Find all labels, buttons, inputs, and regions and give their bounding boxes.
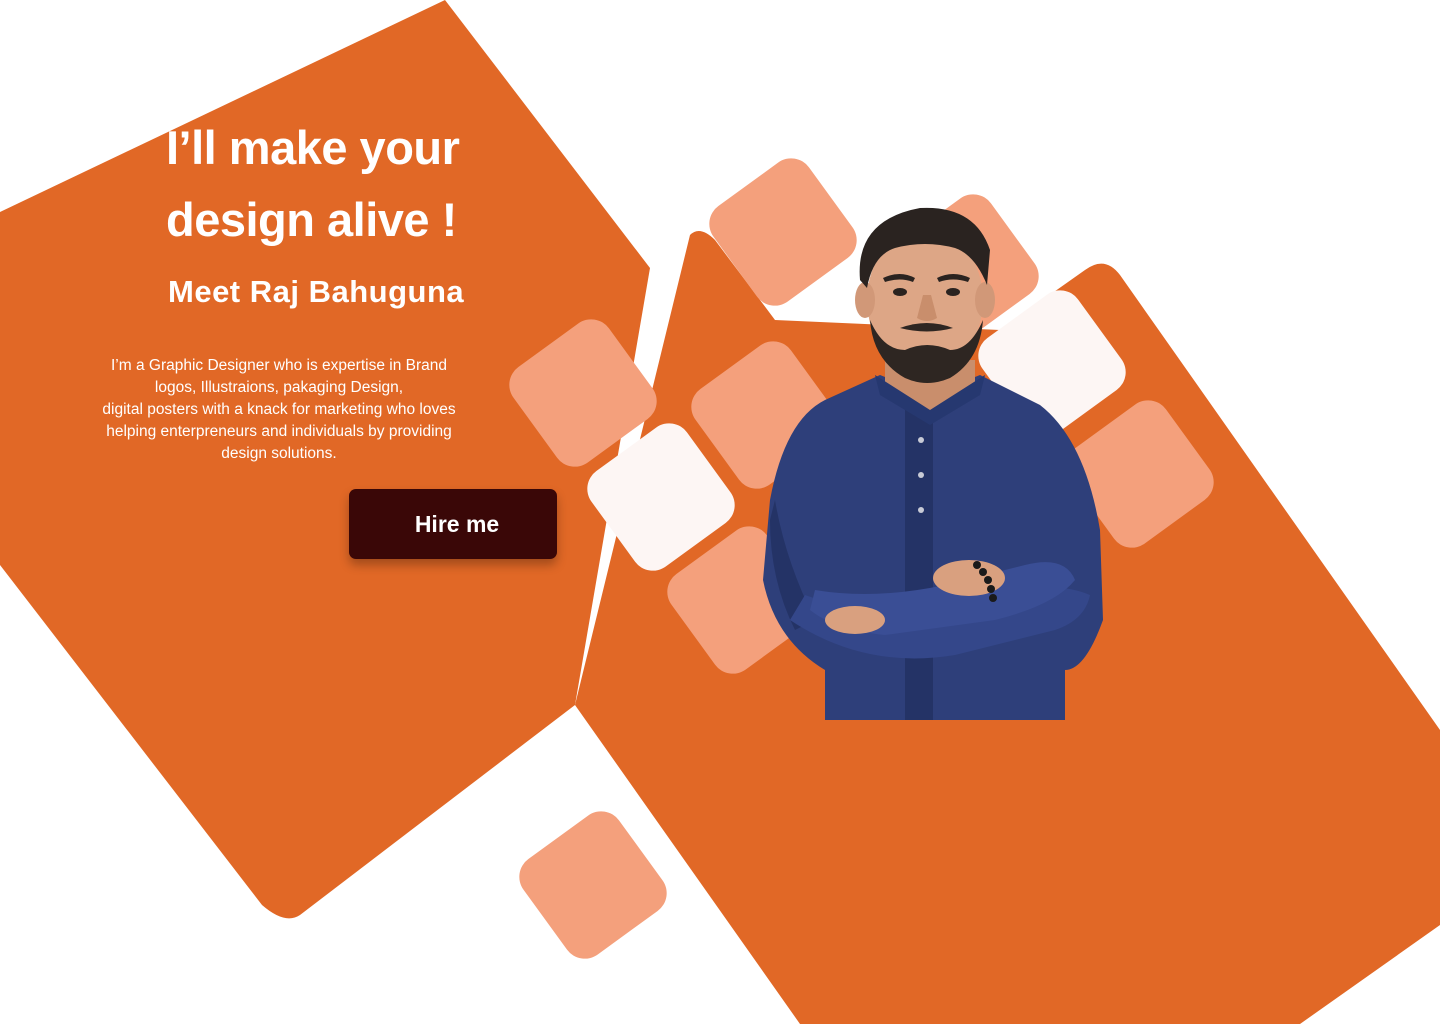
hero-title-line-2: design alive ! xyxy=(166,193,457,246)
description-line: helping enterpreneurs and individuals by… xyxy=(106,423,452,440)
person-portrait-icon xyxy=(763,207,1103,720)
designer-name: Meet Raj Bahuguna xyxy=(168,274,465,309)
description-line: design solutions. xyxy=(221,445,337,462)
hero-title-line-1: I’ll make your xyxy=(166,121,460,174)
hero-description: I’m a Graphic Designer who is expertise … xyxy=(40,355,518,465)
hero-title: I’ll make your design alive ! xyxy=(166,112,586,256)
description-line: I’m a Graphic Designer who is expertise … xyxy=(111,357,447,374)
hire-me-button[interactable]: Hire me xyxy=(349,489,557,559)
description-line: digital posters with a knack for marketi… xyxy=(102,401,456,418)
tile xyxy=(519,811,667,959)
description-line: logos, Illustraions, pakaging Design, xyxy=(154,379,404,396)
